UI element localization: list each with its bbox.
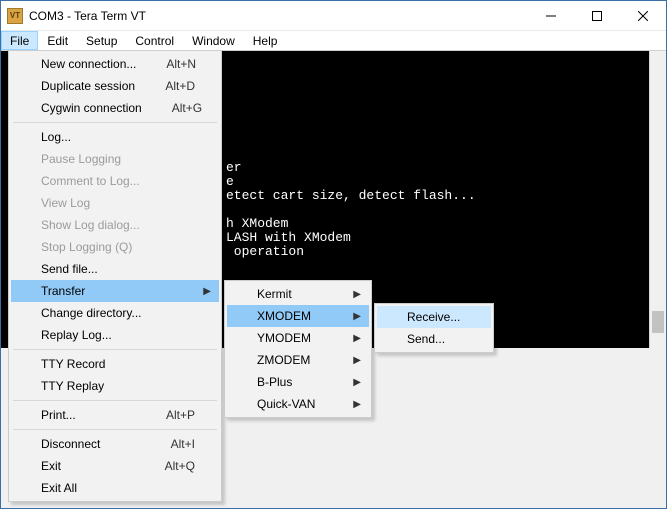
menu-label: Send file... [41,262,195,276]
menu-accel: Alt+I [171,437,195,451]
window-title: COM3 - Tera Term VT [29,9,528,23]
menu-label: B-Plus [257,375,345,389]
menu-label: ZMODEM [257,353,345,367]
menu-file[interactable]: File [1,31,38,50]
menu-item-kermit[interactable]: Kermit ▶ [227,283,369,305]
menu-label: Duplicate session [41,79,135,93]
menubar: File Edit Setup Control Window Help [1,31,666,51]
menu-edit[interactable]: Edit [38,31,77,50]
menu-label: View Log [41,196,195,210]
menu-item-view-log: View Log [11,192,219,214]
menu-label: TTY Record [41,357,195,371]
submenu-arrow-icon: ▶ [353,355,361,366]
submenu-arrow-icon: ▶ [353,289,361,300]
menu-help[interactable]: Help [244,31,287,50]
menu-label: New connection... [41,57,136,71]
minimize-icon [546,11,556,21]
menu-item-receive[interactable]: Receive... [377,306,491,328]
menu-window[interactable]: Window [183,31,244,50]
menu-separator [13,400,217,401]
menu-item-xmodem[interactable]: XMODEM ▶ [227,305,369,327]
menu-label: Replay Log... [41,328,195,342]
xmodem-submenu: Receive... Send... [374,303,494,353]
menu-label: Exit All [41,481,195,495]
menu-item-exit[interactable]: Exit Alt+Q [11,455,219,477]
menu-label: Disconnect [41,437,141,451]
menu-label: Kermit [257,287,345,301]
scrollbar-thumb[interactable] [652,311,664,333]
menu-label: TTY Replay [41,379,195,393]
menu-label: Comment to Log... [41,174,195,188]
menu-label: Transfer [41,284,195,298]
menu-label: YMODEM [257,331,345,345]
menu-item-change-directory[interactable]: Change directory... [11,302,219,324]
menu-label: Log... [41,130,195,144]
menu-setup[interactable]: Setup [77,31,126,50]
menu-item-replay-log[interactable]: Replay Log... [11,324,219,346]
menu-label: Send... [407,332,467,346]
menu-item-stop-logging: Stop Logging (Q) [11,236,219,258]
menu-item-duplicate-session[interactable]: Duplicate session Alt+D [11,75,219,97]
menu-item-tty-record[interactable]: TTY Record [11,353,219,375]
menu-item-send[interactable]: Send... [377,328,491,350]
menu-control[interactable]: Control [126,31,183,50]
menu-separator [13,349,217,350]
menu-item-ymodem[interactable]: YMODEM ▶ [227,327,369,349]
menu-label: Stop Logging (Q) [41,240,195,254]
menu-accel: Alt+N [166,57,196,71]
menu-accel: Alt+Q [165,459,195,473]
menu-separator [13,122,217,123]
menu-label: Print... [41,408,136,422]
minimize-button[interactable] [528,1,574,31]
window-controls [528,1,666,31]
transfer-submenu: Kermit ▶ XMODEM ▶ YMODEM ▶ ZMODEM ▶ B-Pl… [224,280,372,418]
app-icon: VT [7,8,23,24]
close-icon [638,11,648,21]
menu-item-show-log-dialog: Show Log dialog... [11,214,219,236]
submenu-arrow-icon: ▶ [353,333,361,344]
menu-label: Show Log dialog... [41,218,195,232]
submenu-arrow-icon: ▶ [353,377,361,388]
menu-item-tty-replay[interactable]: TTY Replay [11,375,219,397]
menu-label: Change directory... [41,306,195,320]
menu-accel: Alt+D [165,79,195,93]
submenu-arrow-icon: ▶ [353,311,361,322]
menu-item-send-file[interactable]: Send file... [11,258,219,280]
menu-accel: Alt+G [172,101,202,115]
menu-item-zmodem[interactable]: ZMODEM ▶ [227,349,369,371]
menu-item-exit-all[interactable]: Exit All [11,477,219,499]
menu-item-transfer[interactable]: Transfer ▶ [11,280,219,302]
menu-item-quickvan[interactable]: Quick-VAN ▶ [227,393,369,415]
menu-item-log[interactable]: Log... [11,126,219,148]
menu-item-pause-logging: Pause Logging [11,148,219,170]
menu-label: Cygwin connection [41,101,142,115]
menu-label: Quick-VAN [257,397,345,411]
submenu-arrow-icon: ▶ [353,399,361,410]
menu-item-disconnect[interactable]: Disconnect Alt+I [11,433,219,455]
menu-item-comment-to-log: Comment to Log... [11,170,219,192]
menu-accel: Alt+P [166,408,195,422]
menu-label: XMODEM [257,309,345,323]
close-button[interactable] [620,1,666,31]
submenu-arrow-icon: ▶ [203,286,211,297]
titlebar: VT COM3 - Tera Term VT [1,1,666,31]
menu-item-bplus[interactable]: B-Plus ▶ [227,371,369,393]
menu-item-cygwin-connection[interactable]: Cygwin connection Alt+G [11,97,219,119]
menu-item-new-connection[interactable]: New connection... Alt+N [11,53,219,75]
maximize-icon [592,11,602,21]
menu-label: Pause Logging [41,152,195,166]
menu-label: Receive... [407,310,467,324]
menu-label: Exit [41,459,135,473]
maximize-button[interactable] [574,1,620,31]
menu-separator [13,429,217,430]
menu-item-print[interactable]: Print... Alt+P [11,404,219,426]
file-menu: New connection... Alt+N Duplicate sessio… [8,50,222,502]
